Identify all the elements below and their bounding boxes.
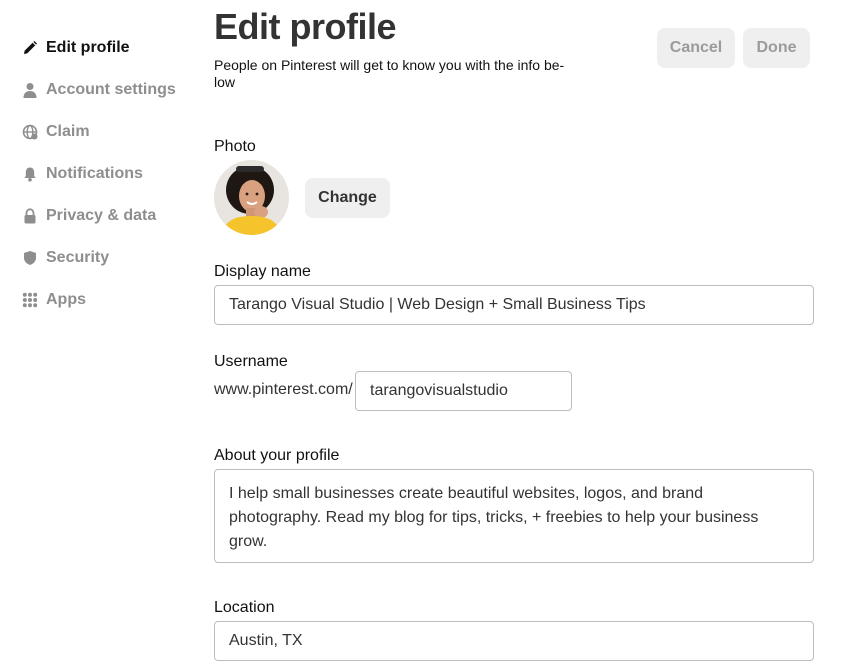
sidebar-item-label: Notifications [46, 165, 143, 182]
edit-profile-page: Edit profile Account settings Claim Noti… [0, 0, 842, 668]
pencil-icon [22, 40, 38, 56]
sidebar-item-label: Claim [46, 123, 90, 140]
grid-icon [22, 292, 38, 308]
display-name-field[interactable]: Tarango Visual Studio | Web Design + Sma… [214, 285, 814, 325]
sidebar-item-claim[interactable]: Claim [22, 119, 90, 145]
about-value: I help small businesses create beautiful… [229, 485, 759, 550]
sidebar-item-security[interactable]: Security [22, 245, 109, 271]
page-subtitle: People on Pinterest will get to know you… [214, 57, 566, 91]
username-url-prefix: www.pinterest.com/ [214, 381, 353, 398]
change-photo-button[interactable]: Change [305, 178, 390, 218]
globe-icon [22, 124, 38, 140]
page-subtitle-text: People on Pinterest will get to know you… [214, 57, 565, 90]
cancel-button[interactable]: Cancel [657, 28, 735, 68]
display-name-value: Tarango Visual Studio | Web Design + Sma… [229, 296, 646, 313]
page-title: Edit profile [214, 6, 397, 47]
display-name-label: Display name [214, 263, 311, 280]
sidebar-item-apps[interactable]: Apps [22, 287, 86, 313]
location-label: Location [214, 599, 275, 616]
about-textarea[interactable]: I help small businesses create beautiful… [214, 469, 814, 563]
location-field[interactable]: Austin, TX [214, 621, 814, 661]
sidebar-item-account-settings[interactable]: Account settings [22, 77, 176, 103]
avatar [214, 160, 289, 235]
username-label: Username [214, 353, 288, 370]
lock-icon [22, 208, 38, 224]
sidebar-item-label: Security [46, 249, 110, 266]
person-icon [22, 82, 38, 98]
sidebar-item-label: Apps [46, 291, 86, 308]
username-field[interactable]: tarangovisualstudio [355, 371, 572, 411]
about-label: About your profile [214, 447, 340, 464]
username-value: tarangovisualstudio [370, 382, 508, 399]
photo-label: Photo [214, 138, 256, 155]
sidebar-item-notifications[interactable]: Notifications [22, 161, 143, 187]
bell-icon [22, 166, 38, 182]
done-button[interactable]: Done [743, 28, 810, 68]
shield-icon [22, 250, 38, 266]
sidebar-item-edit-profile[interactable]: Edit profile [22, 35, 130, 61]
sidebar-item-label: Privacy & data [46, 207, 157, 224]
location-value: Austin, TX [229, 632, 303, 649]
sidebar-item-label: Account settings [46, 81, 176, 98]
sidebar-item-privacy-data[interactable]: Privacy & data [22, 203, 156, 229]
sidebar-item-label: Edit profile [46, 39, 130, 56]
